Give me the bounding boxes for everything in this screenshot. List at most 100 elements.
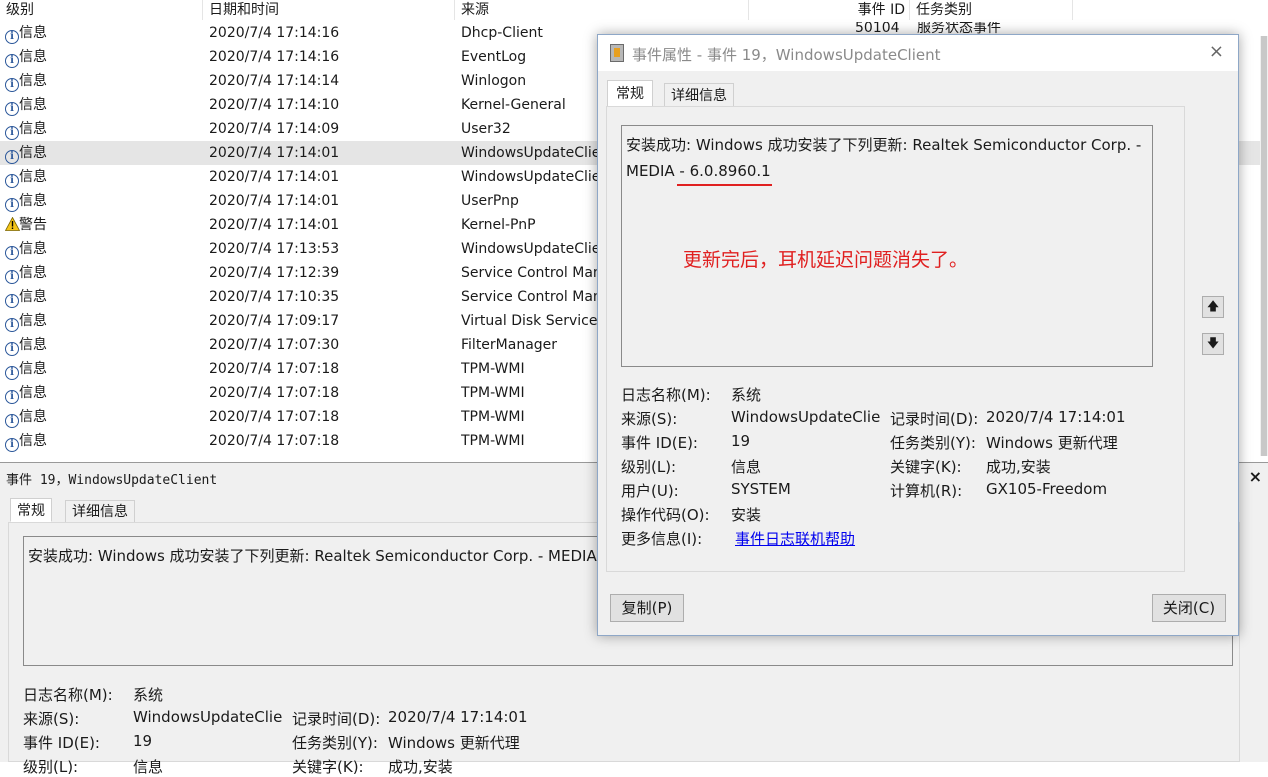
row-source: FilterManager — [461, 337, 558, 353]
row-source: TPM-WMI — [461, 385, 525, 401]
list-scrollbar-thumb[interactable] — [1261, 36, 1267, 456]
column-header-datetime[interactable]: 日期和时间 — [203, 0, 455, 20]
row-level: i 信息 — [5, 309, 47, 333]
column-header-event-id[interactable]: 事件 ID — [749, 0, 910, 20]
row-datetime: 2020/7/4 17:07:18 — [209, 361, 340, 377]
close-icon[interactable]: × — [1249, 467, 1262, 486]
dialog-label-logged: 记录时间(D): — [890, 410, 979, 428]
row-datetime: 2020/7/4 17:14:01 — [209, 217, 340, 233]
dialog-tab-details[interactable]: 详细信息 — [664, 83, 734, 107]
column-header-level[interactable]: 级别 — [0, 0, 203, 20]
preview-value-logged: 2020/7/4 17:14:01 — [388, 708, 528, 726]
preview-label-task: 任务类别(Y): — [292, 734, 378, 752]
annotation-underline — [677, 184, 772, 186]
info-icon: i — [5, 150, 19, 164]
row-source: Dhcp-Client — [461, 25, 543, 41]
column-header-source[interactable]: 来源 — [455, 0, 749, 20]
copy-button[interactable]: 复制(P) — [610, 594, 684, 622]
row-level: i 信息 — [5, 93, 47, 117]
row-datetime: 2020/7/4 17:07:18 — [209, 409, 340, 425]
row-level: i 信息 — [5, 333, 47, 357]
info-icon: i — [5, 318, 19, 332]
row-datetime: 2020/7/4 17:14:09 — [209, 121, 340, 137]
preview-label-log: 日志名称(M): — [23, 686, 113, 704]
dialog-value-log: 系统 — [731, 386, 762, 404]
dialog-value-source: WindowsUpdateClie — [731, 408, 881, 426]
row-source: WindowsUpdateClient — [461, 145, 597, 161]
dialog-value-opcode: 安装 — [731, 506, 762, 524]
dialog-value-event-id: 19 — [731, 432, 751, 450]
info-icon: i — [5, 438, 19, 452]
row-datetime: 2020/7/4 17:14:10 — [209, 97, 340, 113]
info-icon: i — [5, 78, 19, 92]
row-source: TPM-WMI — [461, 361, 525, 377]
row-datetime: 2020/7/4 17:14:16 — [209, 49, 340, 65]
dialog-label-computer: 计算机(R): — [890, 482, 963, 500]
row-level: i 信息 — [5, 165, 47, 189]
row-source: WindowsUpdateClient — [461, 169, 597, 185]
preview-label-logged: 记录时间(D): — [292, 710, 381, 728]
scroll-down-icon[interactable]: 🡇 — [1202, 333, 1224, 355]
dialog-label-event-id: 事件 ID(E): — [621, 434, 698, 452]
preview-title: 事件 19，WindowsUpdateClient — [6, 473, 218, 488]
info-icon: i — [5, 294, 19, 308]
dialog-label-keywords: 关键字(K): — [890, 458, 962, 476]
row-datetime: 2020/7/4 17:07:18 — [209, 385, 340, 401]
info-icon: i — [5, 102, 19, 116]
dialog-value-task: Windows 更新代理 — [986, 434, 1118, 452]
tab-details[interactable]: 详细信息 — [65, 500, 135, 523]
dialog-titlebar[interactable]: 事件属性 - 事件 19，WindowsUpdateClient × — [598, 35, 1238, 71]
dialog-label-more-info: 更多信息(I): — [621, 530, 703, 548]
row-datetime: 2020/7/4 17:10:35 — [209, 289, 340, 305]
row-level: i 信息 — [5, 141, 47, 165]
row-datetime: 2020/7/4 17:14:14 — [209, 73, 340, 89]
dialog-close-icon[interactable]: × — [1209, 41, 1224, 62]
row-source: Kernel-PnP — [461, 217, 536, 233]
preview-value-log: 系统 — [133, 686, 164, 704]
preview-label-keywords: 关键字(K): — [292, 758, 364, 776]
row-level: i 信息 — [5, 237, 47, 261]
dialog-value-keywords: 成功,安装 — [986, 458, 1051, 476]
dialog-value-computer: GX105-Freedom — [986, 480, 1108, 498]
row-source: User32 — [461, 121, 511, 137]
row-level: i 信息 — [5, 117, 47, 141]
dialog-tab-general[interactable]: 常规 — [607, 80, 653, 107]
preview-label-level: 级别(L): — [23, 758, 79, 776]
annotation-text: 更新完后，耳机延迟问题消失了。 — [683, 249, 969, 271]
row-level: i 信息 — [5, 285, 47, 309]
row-datetime: 2020/7/4 17:12:39 — [209, 265, 340, 281]
column-header-task-category[interactable]: 任务类别 — [910, 0, 1073, 20]
scroll-up-icon[interactable]: 🡅 — [1202, 296, 1224, 318]
info-icon: i — [5, 366, 19, 380]
row-datetime: 2020/7/4 17:14:01 — [209, 145, 340, 161]
row-source: Service Control Manager — [461, 289, 597, 305]
warning-icon — [5, 215, 21, 231]
dialog-label-source: 来源(S): — [621, 410, 678, 428]
info-icon: i — [5, 390, 19, 404]
row-datetime: 2020/7/4 17:07:30 — [209, 337, 340, 353]
info-icon: i — [5, 30, 19, 44]
info-icon: i — [5, 174, 19, 188]
close-button[interactable]: 关闭(C) — [1152, 594, 1226, 622]
row-level: i 信息 — [5, 405, 47, 429]
dialog-message-line-1: 安装成功: Windows 成功安装了下列更新: Realtek Semicon… — [626, 136, 1142, 154]
tab-general[interactable]: 常规 — [10, 498, 52, 522]
row-source: UserPnp — [461, 193, 519, 209]
row-datetime: 2020/7/4 17:14:16 — [209, 25, 340, 41]
row-level: i 信息 — [5, 21, 47, 45]
dialog-label-user: 用户(U): — [621, 482, 679, 500]
event-properties-dialog: 事件属性 - 事件 19，WindowsUpdateClient × 常规 详细… — [597, 34, 1239, 636]
row-source: Kernel-General — [461, 97, 566, 113]
row-level: i 信息 — [5, 69, 47, 93]
preview-value-keywords: 成功,安装 — [388, 758, 453, 776]
row-source: Service Control Manager — [461, 265, 597, 281]
info-icon: i — [5, 126, 19, 140]
dialog-label-opcode: 操作代码(O): — [621, 506, 710, 524]
row-source: EventLog — [461, 49, 527, 65]
event-log-online-help-link[interactable]: 事件日志联机帮助 — [735, 528, 855, 549]
row-datetime: 2020/7/4 17:14:01 — [209, 193, 340, 209]
info-icon: i — [5, 414, 19, 428]
dialog-title: 事件属性 - 事件 19，WindowsUpdateClient — [632, 46, 941, 64]
row-level: i 信息 — [5, 381, 47, 405]
preview-label-event-id: 事件 ID(E): — [23, 734, 100, 752]
